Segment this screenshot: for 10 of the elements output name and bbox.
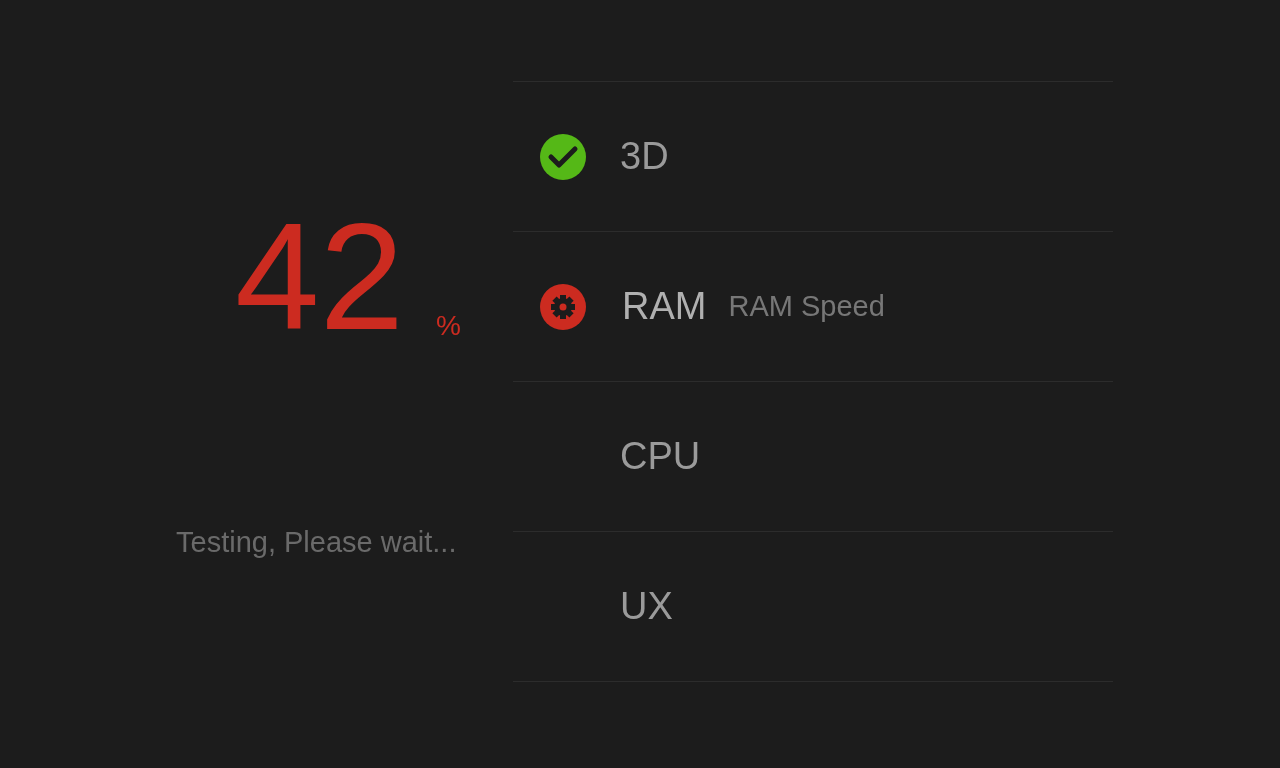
gear-icon — [540, 283, 586, 330]
test-detail: RAM Speed — [728, 290, 885, 323]
test-name: RAM — [622, 285, 707, 328]
test-name: 3D — [620, 135, 669, 178]
test-name: UX — [620, 585, 673, 628]
percent-sign: % — [436, 310, 461, 343]
progress-percentage: 42 — [235, 200, 405, 352]
check-icon — [540, 133, 586, 180]
status-message: Testing, Please wait... — [176, 526, 457, 559]
test-name: CPU — [620, 435, 701, 478]
